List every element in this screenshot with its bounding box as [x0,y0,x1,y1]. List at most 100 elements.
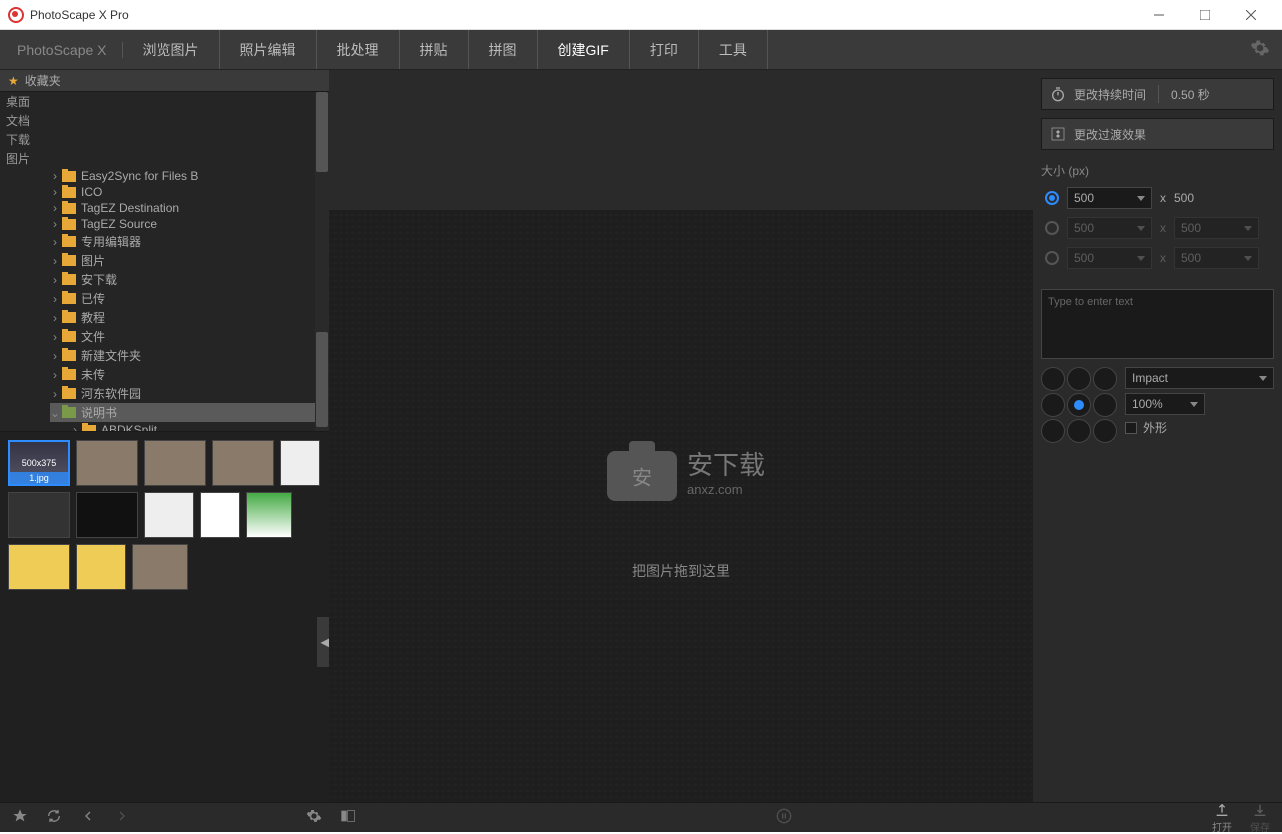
folder-item[interactable]: ›TagEZ Source [50,216,329,232]
position-grid[interactable] [1041,367,1117,443]
outline-label: 外形 [1143,419,1167,436]
menu-0[interactable]: 浏览图片 [123,30,220,69]
folder-item[interactable]: ›已传 [50,289,329,308]
folder-tree[interactable]: 桌面文档下载图片 ›Easy2Sync for Files B›ICO›TagE… [0,92,329,432]
forward-button[interactable] [114,808,130,827]
menu-3[interactable]: 拼贴 [400,30,469,69]
menu-6[interactable]: 打印 [630,30,699,69]
maximize-button[interactable] [1182,0,1228,30]
favorites-header[interactable]: ★ 收藏夹 [0,70,329,92]
window-title: PhotoScape X Pro [30,8,129,22]
root-item[interactable]: 桌面 [0,92,329,111]
watermark-text: 安下载 [687,445,765,482]
timeline-area[interactable] [329,70,1033,210]
size-radio-2[interactable] [1045,221,1059,235]
folder-item[interactable]: ›未传 [50,365,329,384]
collapse-sidebar-button[interactable]: ◀ [317,617,329,667]
opacity-select[interactable]: 100% [1125,393,1205,415]
width-select-2[interactable]: 500 [1067,217,1152,239]
pos-ml[interactable] [1041,393,1065,417]
stopwatch-icon [1050,86,1066,102]
root-item[interactable]: 图片 [0,149,329,168]
pos-bc[interactable] [1067,419,1091,443]
pos-mc[interactable] [1067,393,1091,417]
tree-scrollbar[interactable] [315,92,329,431]
width-select-3[interactable]: 500 [1067,247,1152,269]
camera-icon [597,431,687,501]
sidebar: ★ 收藏夹 桌面文档下载图片 ›Easy2Sync for Files B›IC… [0,70,329,802]
thumbnail-1[interactable]: 500x375 1.jpg [8,440,70,486]
root-item[interactable]: 文档 [0,111,329,130]
thumbnail-2[interactable] [76,440,138,486]
transition-button[interactable]: 更改过渡效果 [1041,118,1274,150]
menu-7[interactable]: 工具 [699,30,768,69]
pos-tr[interactable] [1093,367,1117,391]
outline-checkbox[interactable] [1125,422,1137,434]
pos-mr[interactable] [1093,393,1117,417]
pos-tc[interactable] [1067,367,1091,391]
thumbnail-5[interactable] [280,440,320,486]
duration-button[interactable]: 更改持续时间 0.50 秒 [1041,78,1274,110]
root-item[interactable]: 下载 [0,130,329,149]
drop-zone[interactable]: 安下载 anxz.com 把图片拖到这里 [329,210,1033,802]
thumbnail-4[interactable] [212,440,274,486]
height-select-3[interactable]: 500 [1174,247,1259,269]
folder-item[interactable]: ›河东软件园 [50,384,329,403]
layout-toggle[interactable] [340,808,356,827]
star-icon: ★ [8,74,19,88]
folder-item[interactable]: ›文件 [50,327,329,346]
thumbnail-3[interactable] [144,440,206,486]
minimize-button[interactable] [1136,0,1182,30]
pos-bl[interactable] [1041,419,1065,443]
thumbnail-13[interactable] [132,544,188,590]
folder-item[interactable]: ›专用编辑器 [50,232,329,251]
menu-1[interactable]: 照片编辑 [220,30,317,69]
statusbar: 打开 保存 [0,802,1282,832]
width-select[interactable]: 500 [1067,187,1152,209]
menubar: PhotoScape X 浏览图片照片编辑批处理拼贴拼图创建GIF打印工具 [0,30,1282,70]
watermark-sub: anxz.com [687,482,765,497]
menu-4[interactable]: 拼图 [469,30,538,69]
font-select[interactable]: Impact [1125,367,1274,389]
folder-item[interactable]: ›安下载 [50,270,329,289]
back-button[interactable] [80,808,96,827]
titlebar: PhotoScape X Pro [0,0,1282,30]
folder-item[interactable]: ›Easy2Sync for Files B [50,168,329,184]
thumbnail-8[interactable] [144,492,194,538]
size-label: 大小 (px) [1041,162,1274,179]
pos-br[interactable] [1093,419,1117,443]
thumbnail-6[interactable] [8,492,70,538]
folder-item[interactable]: ›TagEZ Destination [50,200,329,216]
thumbnail-11[interactable] [8,544,70,590]
folder-item[interactable]: ›ABDKSplit [50,422,329,432]
thumbnail-9[interactable] [200,492,240,538]
drop-hint: 把图片拖到这里 [632,561,730,581]
thumbnail-10[interactable] [246,492,292,538]
pos-tl[interactable] [1041,367,1065,391]
favorite-button[interactable] [12,808,28,827]
transition-icon [1050,126,1066,142]
thumbnail-12[interactable] [76,544,126,590]
text-input[interactable]: Type to enter text [1041,289,1274,359]
folder-item[interactable]: ›新建文件夹 [50,346,329,365]
open-button[interactable]: 打开 [1212,802,1232,834]
thumbnail-7[interactable] [76,492,138,538]
brand-label[interactable]: PhotoScape X [12,42,123,58]
size-radio-3[interactable] [1045,251,1059,265]
size-radio-1[interactable] [1045,191,1059,205]
favorites-label: 收藏夹 [25,72,61,89]
menu-5[interactable]: 创建GIF [538,30,630,69]
folder-item[interactable]: ›教程 [50,308,329,327]
refresh-button[interactable] [46,808,62,827]
canvas-area: 安下载 anxz.com 把图片拖到这里 [329,70,1033,802]
save-button[interactable]: 保存 [1250,802,1270,834]
menu-2[interactable]: 批处理 [317,30,400,69]
gear-button[interactable] [306,808,322,827]
pause-button[interactable] [776,808,792,827]
settings-icon[interactable] [1250,38,1270,61]
folder-item[interactable]: ⌄说明书 [50,403,329,422]
height-select-2[interactable]: 500 [1174,217,1259,239]
folder-item[interactable]: ›ICO [50,184,329,200]
folder-item[interactable]: ›图片 [50,251,329,270]
close-button[interactable] [1228,0,1274,30]
